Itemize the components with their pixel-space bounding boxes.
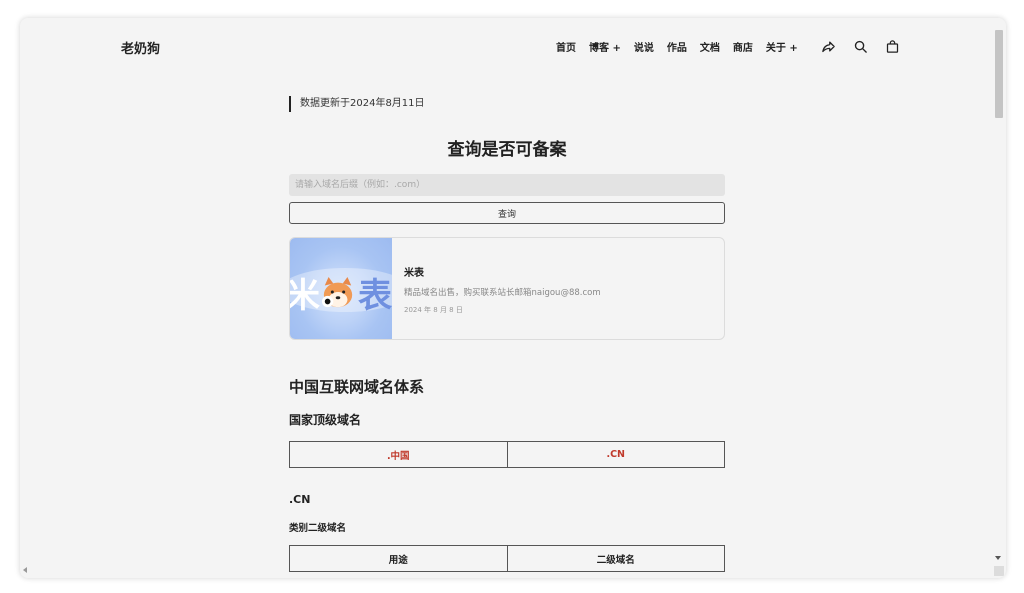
subsection-heading: 国家顶级域名 [289,413,362,427]
shiba-dog-icon [321,276,353,308]
nav-item-moments[interactable]: 说说 [634,39,654,54]
post-title[interactable]: 米表 [404,264,424,279]
shopping-bag-icon[interactable] [885,38,901,54]
search-icon[interactable] [853,38,869,54]
scroll-left-arrow-icon[interactable] [23,567,27,573]
column-header-purpose: 用途 [289,545,508,572]
share-icon[interactable] [821,38,837,54]
vertical-scrollbar[interactable] [990,18,1006,578]
scrollbar-thumb[interactable] [995,30,1003,118]
nav-item-home[interactable]: 首页 [556,39,576,54]
table-header-row: 用途 二级域名 [289,545,725,572]
browser-window: 老奶狗 首页 博客 + 说说 作品 文档 商店 关于 + 数据更新于2024年8… [20,18,1006,578]
tld-cell-cn: .CN [506,441,725,468]
query-button[interactable]: 查询 [289,202,725,224]
post-card[interactable]: 米 表 米表 精品域名出售，购买联系站长邮箱naigou@88.com 2024… [289,237,725,340]
category-heading: 类别二级域名 [289,523,347,534]
nav-item-blog[interactable]: 博客 + [589,39,621,54]
section-heading: 中国互联网域名体系 [289,378,425,396]
thumbnail-text-right: 表 [358,276,392,316]
update-notice: 数据更新于2024年8月11日 [289,96,725,112]
post-date: 2024 年 8 月 8 日 [404,306,463,314]
tld-cell-zhongguo: .中国 [289,441,508,468]
scrollbar-corner [994,566,1004,576]
thumbnail-text-left: 米 [290,268,320,317]
site-logo[interactable]: 老奶狗 [121,38,160,57]
table-row: .中国 .CN [289,441,725,468]
site-header: 老奶狗 首页 博客 + 说说 作品 文档 商店 关于 + [20,18,990,74]
country-tld-table: .中国 .CN [289,441,725,468]
main-nav: 首页 博客 + 说说 作品 文档 商店 关于 + [556,38,907,54]
nav-item-works[interactable]: 作品 [667,39,687,54]
scroll-down-arrow-icon[interactable] [995,556,1001,560]
post-thumbnail[interactable]: 米 表 [290,238,392,339]
cn-heading: .CN [289,493,311,506]
nav-item-docs[interactable]: 文档 [700,39,720,54]
main-content: 数据更新于2024年8月11日 查询是否可备案 查询 米 表 [289,96,725,572]
category-sld-table: 用途 二级域名 [289,545,725,572]
domain-suffix-input[interactable] [289,174,725,196]
nav-item-shop[interactable]: 商店 [733,39,753,54]
post-description: 精品域名出售，购买联系站长邮箱naigou@88.com [404,288,601,298]
column-header-sld: 二级域名 [506,545,725,572]
nav-item-about[interactable]: 关于 + [766,39,798,54]
page-title: 查询是否可备案 [447,140,567,160]
